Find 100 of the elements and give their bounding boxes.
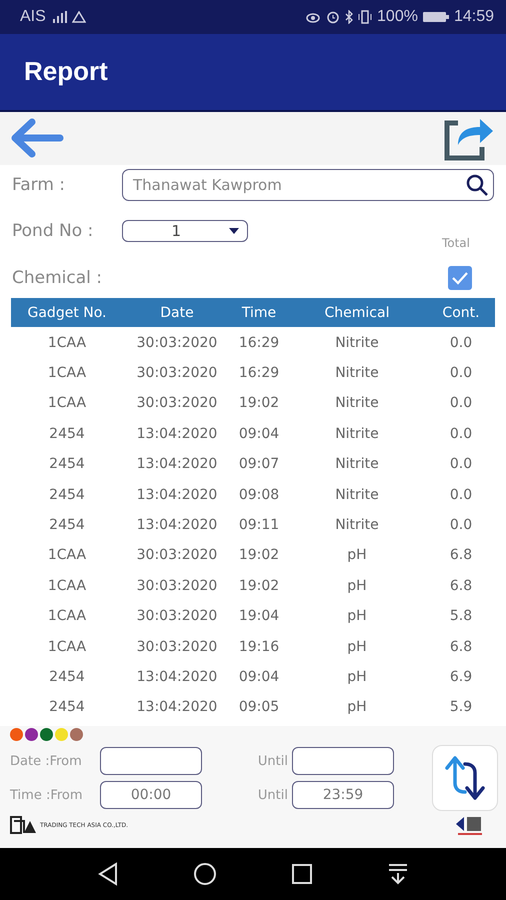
total-checkbox[interactable] — [448, 266, 472, 290]
column-header: Date — [159, 304, 195, 321]
table-cell-text: 19:04 — [238, 608, 280, 624]
table-cell-text: 13:04:2020 — [136, 668, 218, 685]
battery-percent: 100% — [377, 8, 418, 26]
swap-arrows-icon — [442, 754, 488, 802]
table-cell-text: 6.8 — [448, 638, 474, 655]
total-label: Total — [442, 236, 470, 252]
table-cell-text: 30:03:2020 — [136, 365, 218, 382]
table-cell-text: 2454 — [48, 699, 86, 716]
notification-pull-down-icon[interactable] — [387, 863, 409, 886]
table-cell-text: 0.0 — [448, 486, 474, 503]
table-cell-text: 09:11 — [238, 517, 280, 534]
column-header: Gadget No. — [26, 304, 108, 321]
table-cell-text: 1CAA — [46, 334, 88, 351]
table-cell-text: 6.8 — [448, 578, 474, 594]
table-cell-text: 09:04 — [238, 426, 280, 442]
table-cell-text: 0.0 — [448, 517, 474, 534]
table-cell-text: 1CAA — [46, 608, 88, 624]
table-cell-text: 2454 — [48, 486, 86, 503]
table-cell-text: 19:02 — [238, 395, 280, 412]
table-cell-text: Nitrite — [334, 426, 380, 442]
eye-icon — [305, 10, 322, 23]
table-cell-text: 19:02 — [238, 547, 280, 564]
time-until-field[interactable]: 23:59 — [292, 781, 394, 810]
table-cell-text: 16:29 — [238, 365, 280, 382]
table-cell-text: 09:05 — [238, 699, 280, 716]
farm-search-field[interactable]: Thanawat Kawprom — [122, 168, 494, 201]
back-arrow-icon[interactable] — [10, 118, 64, 158]
table-cell-text: Nitrite — [334, 395, 380, 412]
farm-label: Farm : — [12, 174, 66, 195]
date-from-label: Date :From — [10, 754, 83, 769]
chemical-label: Chemical : — [12, 268, 104, 288]
vibrate-icon — [358, 10, 372, 24]
screen-title: Report — [24, 56, 108, 88]
carrier-name: AIS — [20, 8, 46, 26]
table-cell-text: 1CAA — [46, 365, 88, 382]
column-header: Cont. — [441, 304, 481, 321]
bluetooth-icon — [345, 10, 354, 24]
table-cell-text: 5.9 — [448, 699, 474, 716]
pond-label: Pond No : — [12, 221, 94, 242]
table-cell-text: 09:07 — [238, 456, 280, 472]
table-cell-text: 2454 — [48, 517, 86, 534]
table-cell-text: 13:04:2020 — [136, 699, 218, 716]
search-icon[interactable] — [465, 172, 489, 197]
clock-time: 14:59 — [454, 8, 494, 26]
table-cell-text: 13:04:2020 — [136, 456, 218, 472]
recents-icon[interactable] — [291, 863, 313, 886]
column-header: Chemical — [324, 304, 390, 321]
table-cell-text: 0.0 — [448, 334, 474, 351]
battery-icon — [422, 10, 449, 23]
table-cell-text: 2454 — [48, 668, 86, 685]
table-cell-text: pH — [346, 578, 368, 594]
table-cell-text: 2454 — [48, 456, 86, 472]
table-cell-text: 13:04:2020 — [136, 426, 218, 442]
table-cell-text: 0.0 — [448, 426, 474, 442]
table-cell-text: 1CAA — [46, 578, 88, 594]
table-cell-text: 2454 — [48, 426, 86, 442]
table-cell-text: 09:08 — [238, 486, 280, 503]
table-cell-text: Nitrite — [334, 365, 380, 382]
table-cell-text: 30:03:2020 — [136, 578, 218, 594]
company-logo-icon — [10, 815, 36, 836]
date-until-label: Until — [256, 754, 289, 769]
table-cell-text: 19:02 — [238, 578, 280, 594]
table-cell-text: 13:04:2020 — [136, 486, 218, 503]
table-cell-text: 30:03:2020 — [136, 608, 218, 624]
table-cell-text: 30:03:2020 — [136, 395, 218, 412]
table-cell-text: 0.0 — [448, 456, 474, 472]
table-cell-text: 19:16 — [238, 638, 280, 655]
table-cell-text: 30:03:2020 — [136, 547, 218, 564]
table-cell-text: pH — [346, 699, 368, 716]
table-cell-text: 1CAA — [46, 395, 88, 412]
pond-dropdown[interactable]: 1 — [122, 220, 248, 242]
table-cell-text: Nitrite — [334, 517, 380, 534]
table-cell-text: Nitrite — [334, 334, 380, 351]
table-cell-text: 1CAA — [46, 547, 88, 564]
date-from-field[interactable] — [100, 747, 202, 776]
time-from-field[interactable]: 00:00 — [100, 781, 202, 810]
table-cell-text: 13:04:2020 — [136, 517, 218, 534]
table-cell-text: 6.8 — [448, 547, 474, 564]
back-icon[interactable] — [97, 862, 119, 886]
table-cell-text: 16:29 — [238, 334, 280, 351]
checkmark-icon — [451, 270, 469, 285]
table-cell-text: Nitrite — [334, 456, 380, 472]
table-cell-text: 0.0 — [448, 395, 474, 412]
date-until-field[interactable] — [292, 747, 394, 776]
column-header: Time — [240, 304, 278, 321]
table-cell-text: 0.0 — [448, 365, 474, 382]
table-cell-text: pH — [346, 547, 368, 564]
table-cell-text: 1CAA — [46, 638, 88, 655]
table-cell-text: 6.9 — [448, 668, 474, 685]
dropdown-caret-icon — [229, 228, 239, 234]
refresh-button[interactable] — [432, 745, 498, 812]
table-cell-text: pH — [346, 668, 368, 685]
table-cell-text: pH — [346, 608, 368, 624]
table-cell-text: 30:03:2020 — [136, 334, 218, 351]
home-icon[interactable] — [193, 862, 217, 886]
signal-icon — [50, 10, 67, 23]
time-until-label: Until — [256, 788, 289, 803]
table-cell-text: Nitrite — [334, 486, 380, 503]
